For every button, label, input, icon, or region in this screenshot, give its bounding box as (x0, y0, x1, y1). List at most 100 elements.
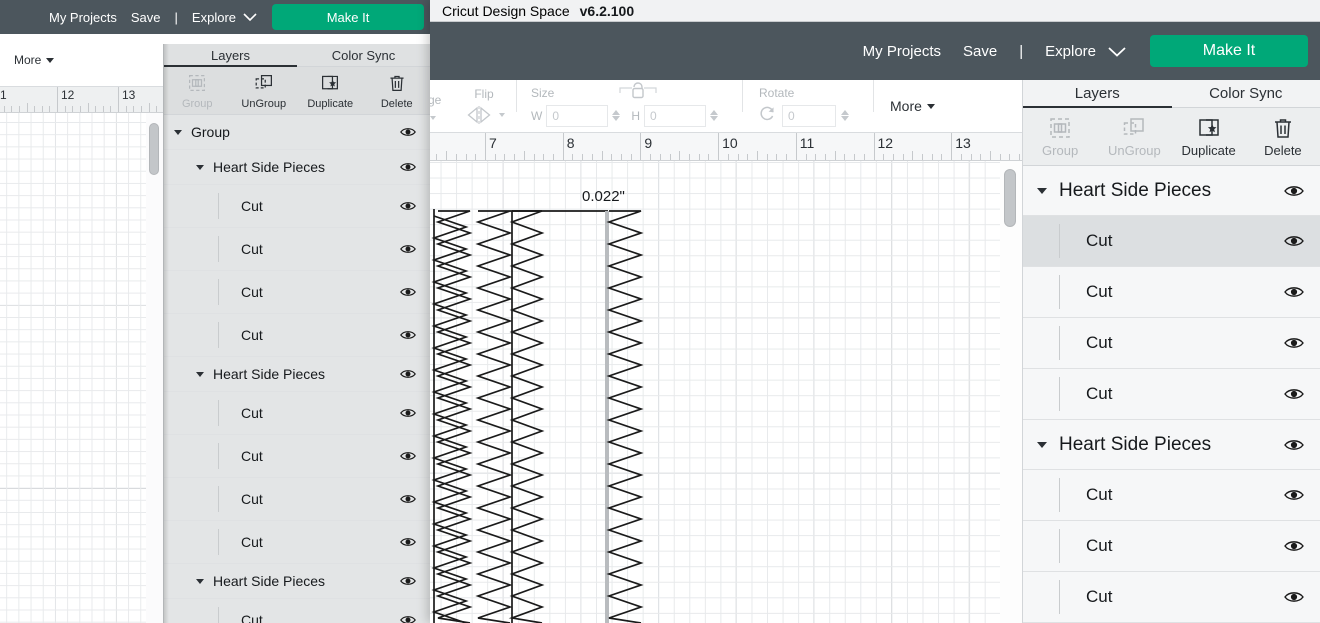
explore-link[interactable]: Explore (1045, 43, 1096, 60)
bg-tab-layers[interactable]: Layers (164, 44, 297, 67)
bg-canvas-scrollbar[interactable] (146, 113, 163, 623)
save-link[interactable]: Save (963, 43, 997, 60)
bg-canvas[interactable] (0, 113, 163, 623)
layer-visibility-toggle[interactable] (1284, 234, 1304, 248)
layer-item-row[interactable]: Cut (1023, 521, 1320, 572)
arrange-caret-down-icon[interactable] (430, 115, 436, 120)
bg-chevron-down-icon[interactable] (242, 12, 258, 22)
rotate-icon[interactable] (759, 105, 777, 126)
bg-caret-down-icon[interactable] (196, 578, 204, 584)
tab-color-sync[interactable]: Color Sync (1172, 80, 1320, 107)
rotate-input[interactable]: 0 (782, 104, 836, 127)
layer-item-row[interactable]: Cut (1023, 318, 1320, 369)
chevron-down-icon[interactable] (1106, 45, 1128, 58)
height-stepper-down-icon[interactable] (710, 116, 718, 121)
layer-group-row[interactable]: Heart Side Pieces (1023, 166, 1320, 216)
bg-layer-item-row[interactable]: Cut (164, 521, 430, 564)
arrange-control[interactable]: ge (430, 80, 452, 132)
eye-icon[interactable] (1284, 539, 1304, 553)
height-stepper-up-icon[interactable] (710, 110, 718, 115)
bg-tab-color-sync[interactable]: Color Sync (297, 44, 430, 66)
bg-layer-group-row[interactable]: Heart Side Pieces (164, 564, 430, 599)
width-stepper[interactable] (612, 110, 621, 121)
bg-layer-group-row[interactable]: Heart Side Pieces (164, 357, 430, 392)
bg-layer-item-row[interactable]: Cut (164, 271, 430, 314)
layer-item-row[interactable]: Cut (1023, 572, 1320, 623)
layer-list[interactable]: Heart Side Pieces Cut Cut Cut Cut Heart Side … (1023, 166, 1320, 623)
layer-group-row[interactable]: Heart Side Pieces (1023, 420, 1320, 470)
bg-layer-item-row[interactable]: Cut (164, 228, 430, 271)
layer-visibility-toggle[interactable] (1284, 438, 1304, 452)
bg-layer-visibility-toggle[interactable] (400, 368, 416, 379)
width-input[interactable]: 0 (546, 104, 609, 127)
bg-make-it-button[interactable]: Make It (272, 4, 424, 30)
bg-layer-visibility-toggle[interactable] (400, 126, 416, 137)
panel-button-ungroup[interactable]: UnGroup (231, 67, 298, 114)
bg-my-projects-link[interactable]: My Projects (49, 10, 117, 25)
eye-icon[interactable] (400, 493, 416, 504)
layer-visibility-toggle[interactable] (1284, 336, 1304, 350)
eye-icon[interactable] (400, 243, 416, 254)
bg-layer-visibility-toggle[interactable] (400, 493, 416, 504)
eye-icon[interactable] (1284, 336, 1304, 350)
height-input[interactable]: 0 (644, 104, 706, 127)
eye-icon[interactable] (400, 614, 416, 623)
design-canvas[interactable]: 0.022" (430, 161, 1022, 623)
bg-layer-item-row[interactable]: Cut (164, 392, 430, 435)
eye-icon[interactable] (400, 536, 416, 547)
layer-visibility-toggle[interactable] (1284, 184, 1304, 198)
layer-item-row[interactable]: Cut (1023, 216, 1320, 267)
panel-button-delete[interactable]: Delete (364, 67, 431, 114)
bg-layer-item-row[interactable]: Cut (164, 314, 430, 357)
bg-caret-down-icon[interactable] (196, 371, 204, 377)
bg-layer-visibility-toggle[interactable] (400, 161, 416, 172)
eye-icon[interactable] (1284, 184, 1304, 198)
layer-visibility-toggle[interactable] (1284, 488, 1304, 502)
eye-icon[interactable] (400, 286, 416, 297)
caret-down-icon[interactable] (1037, 441, 1047, 448)
layer-item-row[interactable]: Cut (1023, 470, 1320, 521)
eye-icon[interactable] (1284, 590, 1304, 604)
width-stepper-up-icon[interactable] (612, 110, 621, 115)
bg-scrollbar-thumb[interactable] (149, 123, 159, 175)
eye-icon[interactable] (400, 200, 416, 211)
eye-icon[interactable] (400, 368, 416, 379)
more-control[interactable]: More (874, 80, 935, 132)
eye-icon[interactable] (400, 450, 416, 461)
canvas-artwork[interactable] (430, 161, 1022, 623)
eye-icon[interactable] (1284, 438, 1304, 452)
rotate-stepper-up-icon[interactable] (841, 110, 849, 115)
panel-button-duplicate[interactable]: Duplicate (1172, 108, 1246, 165)
bg-layer-visibility-toggle[interactable] (400, 536, 416, 547)
bg-more-button[interactable]: More (14, 53, 55, 67)
bg-layer-visibility-toggle[interactable] (400, 450, 416, 461)
flip-control[interactable]: Flip (452, 80, 516, 132)
bg-layer-visibility-toggle[interactable] (400, 329, 416, 340)
lock-icon[interactable] (618, 79, 658, 104)
tab-layers[interactable]: Layers (1023, 80, 1172, 108)
eye-icon[interactable] (1284, 488, 1304, 502)
layer-visibility-toggle[interactable] (1284, 285, 1304, 299)
canvas-scrollbar[interactable] (1000, 161, 1022, 623)
horizontal-ruler[interactable]: 7 8 9 10 11 12 13 (430, 133, 1022, 161)
bg-layer-visibility-toggle[interactable] (400, 407, 416, 418)
bg-explore-link[interactable]: Explore (192, 10, 236, 25)
my-projects-link[interactable]: My Projects (863, 43, 941, 60)
bg-layer-visibility-toggle[interactable] (400, 243, 416, 254)
bg-layer-visibility-toggle[interactable] (400, 286, 416, 297)
canvas-scrollbar-thumb[interactable] (1004, 169, 1016, 227)
bg-caret-down-icon[interactable] (196, 164, 204, 170)
bg-layer-item-row[interactable]: Cut (164, 435, 430, 478)
layer-visibility-toggle[interactable] (1284, 590, 1304, 604)
height-stepper[interactable] (710, 110, 718, 121)
rotate-stepper[interactable] (841, 110, 849, 121)
layer-item-row[interactable]: Cut (1023, 267, 1320, 318)
eye-icon[interactable] (1284, 285, 1304, 299)
rotate-stepper-down-icon[interactable] (841, 116, 849, 121)
bg-layer-visibility-toggle[interactable] (400, 575, 416, 586)
bg-layer-visibility-toggle[interactable] (400, 614, 416, 623)
eye-icon[interactable] (1284, 234, 1304, 248)
eye-icon[interactable] (400, 407, 416, 418)
panel-button-delete[interactable]: Delete (1246, 108, 1320, 165)
bg-layer-item-row[interactable]: Cut (164, 185, 430, 228)
